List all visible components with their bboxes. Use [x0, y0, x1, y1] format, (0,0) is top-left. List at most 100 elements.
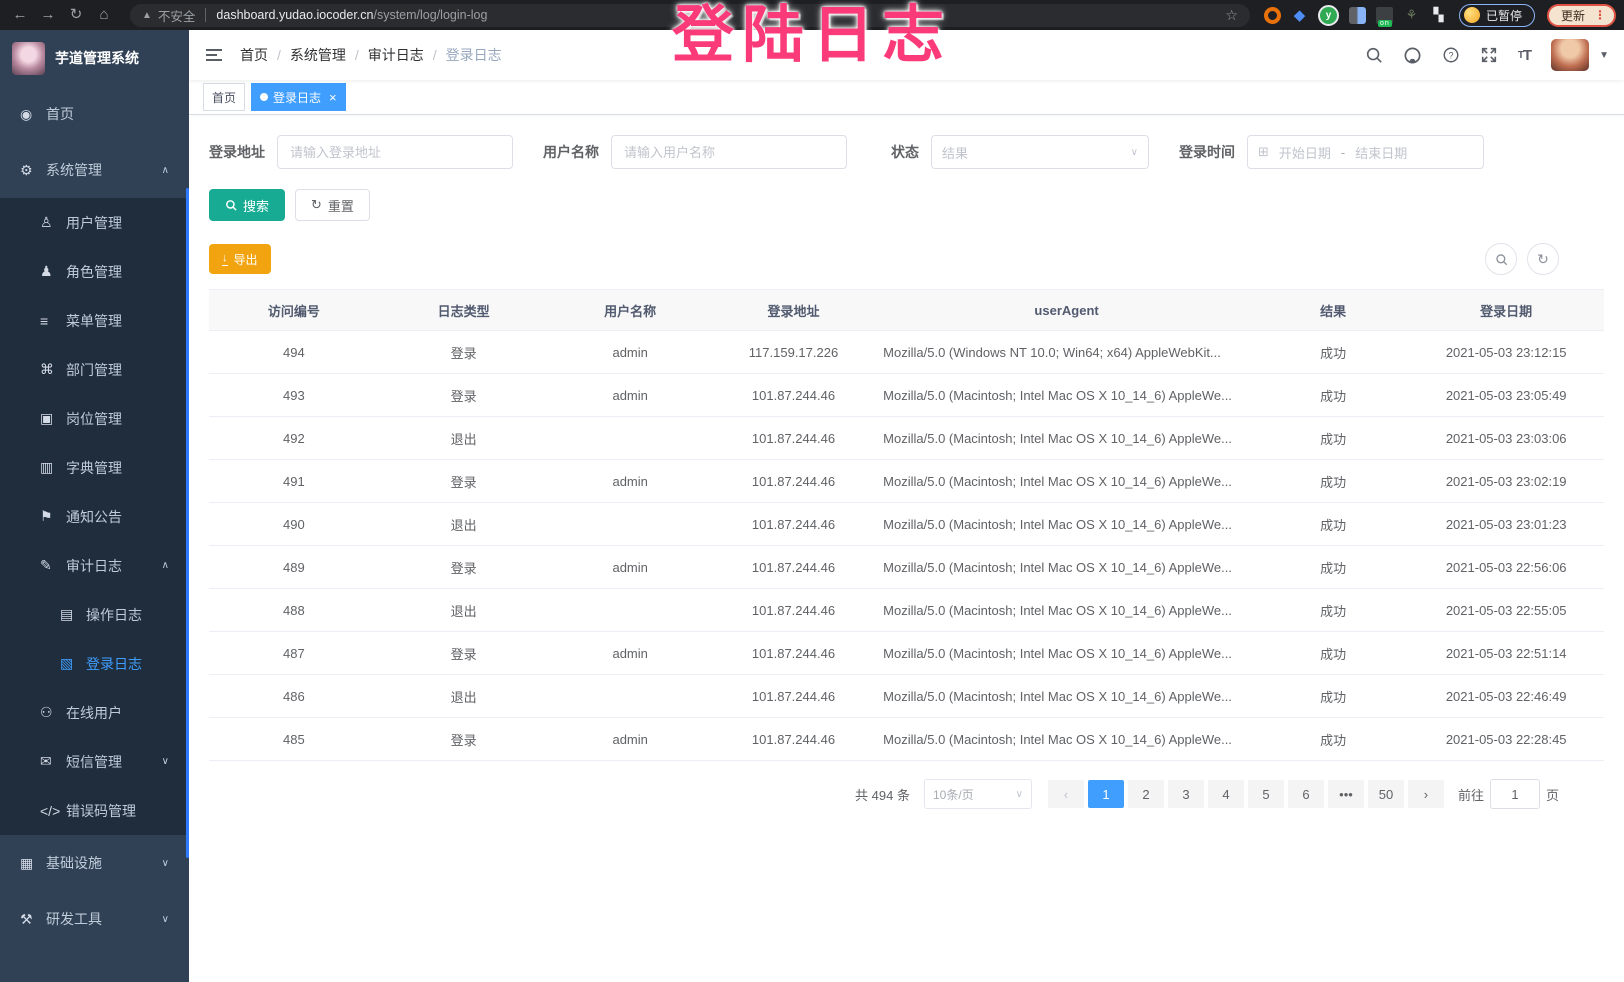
notice-icon: ⚑: [40, 508, 66, 525]
cell-user-agent: Mozilla/5.0 (Macintosh; Intel Mac OS X 1…: [875, 460, 1258, 503]
sidebar-item-system-management[interactable]: ⚙系统管理∧: [0, 142, 189, 198]
browser-forward-icon[interactable]: →: [36, 3, 60, 27]
jump-page-input[interactable]: [1490, 779, 1540, 809]
sidebar-item-menu-management[interactable]: ≡菜单管理: [0, 296, 189, 345]
sidebar-item-label: 系统管理: [46, 160, 102, 180]
page-button-5[interactable]: 5: [1248, 780, 1284, 808]
infra-icon: ▦: [20, 855, 46, 872]
browser-reload-icon[interactable]: ↻: [64, 3, 88, 27]
app-logo[interactable]: 芋道管理系统: [0, 30, 189, 86]
sidebar-item-error-code-management[interactable]: </>错误码管理: [0, 786, 189, 835]
page-size-label: 10条/页: [933, 786, 974, 803]
table-settings: ↻: [1485, 243, 1559, 275]
sidebar-item-role-management[interactable]: ♟角色管理: [0, 247, 189, 296]
extension-icon-orange-ring[interactable]: [1264, 7, 1281, 24]
sidebar-item-notice[interactable]: ⚑通知公告: [0, 492, 189, 541]
column-header: 结果: [1258, 290, 1408, 331]
tab-login-log[interactable]: 登录日志×: [251, 83, 346, 111]
help-icon[interactable]: ?: [1442, 46, 1460, 64]
cell-login-date: 2021-05-03 22:46:49: [1408, 675, 1604, 718]
divider: [205, 8, 206, 22]
paused-badge[interactable]: 已暂停: [1459, 4, 1535, 27]
refresh-table-button[interactable]: ↻: [1527, 243, 1559, 275]
sidebar-item-sms-management[interactable]: ✉短信管理∨: [0, 737, 189, 786]
sidebar-item-login-log[interactable]: ▧登录日志: [0, 639, 189, 688]
cell-user-agent: Mozilla/5.0 (Macintosh; Intel Mac OS X 1…: [875, 675, 1258, 718]
sidebar-item-dev-tools[interactable]: ⚒研发工具∨: [0, 891, 189, 947]
browser-update-button[interactable]: 更新 ⋮: [1547, 4, 1616, 27]
status-select[interactable]: 结果 ∨: [931, 135, 1149, 169]
extension-icon-list[interactable]: on: [1376, 7, 1393, 24]
prev-page-button[interactable]: ‹: [1048, 780, 1084, 808]
security-warning-icon: ▲: [142, 10, 152, 21]
cell-login-date: 2021-05-03 23:05:49: [1408, 374, 1604, 417]
sidebar-item-user-management[interactable]: ♙用户管理: [0, 198, 189, 247]
page-button-6[interactable]: 6: [1288, 780, 1324, 808]
search-icon[interactable]: [1365, 46, 1383, 64]
login-time-range-picker[interactable]: ⊞ 开始日期 - 结束日期: [1247, 135, 1484, 169]
sidebar-item-label: 岗位管理: [66, 409, 122, 429]
username-input[interactable]: [611, 135, 847, 169]
breadcrumb-item[interactable]: 系统管理: [290, 45, 346, 65]
jump-suffix-label: 页: [1546, 785, 1559, 804]
breadcrumb-item[interactable]: 审计日志: [368, 45, 424, 65]
extension-icon-blue-gem[interactable]: ◆: [1291, 7, 1308, 24]
more-pages-button[interactable]: •••: [1328, 780, 1364, 808]
chevron-up-icon: ∧: [162, 165, 169, 176]
fullscreen-icon[interactable]: [1480, 46, 1498, 64]
github-icon[interactable]: [1403, 46, 1422, 65]
tab-label: 首页: [212, 89, 236, 106]
login-address-input[interactable]: [277, 135, 513, 169]
security-warning-label: 不安全: [158, 6, 196, 25]
next-page-button[interactable]: ›: [1408, 780, 1444, 808]
sidebar-scrollbar-thumb[interactable]: [186, 188, 189, 858]
hamburger-icon[interactable]: [204, 45, 224, 65]
sidebar-item-dict-management[interactable]: ▥字典管理: [0, 443, 189, 492]
page-button-2[interactable]: 2: [1128, 780, 1164, 808]
address-bar[interactable]: ▲ 不安全 dashboard.yudao.iocoder.cn /system…: [130, 4, 1250, 27]
cell-username: admin: [549, 331, 712, 374]
export-button[interactable]: ↓ 导出: [209, 244, 271, 274]
sidebar-item-post-management[interactable]: ▣岗位管理: [0, 394, 189, 443]
sidebar-menu: ◉首页⚙系统管理∧♙用户管理♟角色管理≡菜单管理⌘部门管理▣岗位管理▥字典管理⚑…: [0, 86, 189, 947]
browser-menu-icon[interactable]: ⋮: [1594, 8, 1606, 22]
reset-button[interactable]: ↻ 重置: [295, 189, 370, 221]
sidebar-item-dept-management[interactable]: ⌘部门管理: [0, 345, 189, 394]
sidebar-item-online-user[interactable]: ⚇在线用户: [0, 688, 189, 737]
toggle-search-button[interactable]: [1485, 243, 1517, 275]
date-separator: -: [1341, 145, 1345, 160]
operate-log-icon: ▤: [60, 606, 86, 623]
sidebar-item-operate-log[interactable]: ▤操作日志: [0, 590, 189, 639]
page-button-50[interactable]: 50: [1368, 780, 1404, 808]
peoples-icon: ♟: [40, 263, 66, 280]
page-button-1[interactable]: 1: [1088, 780, 1124, 808]
sidebar-item-home[interactable]: ◉首页: [0, 86, 189, 142]
sidebar-item-audit-log[interactable]: ✎审计日志∧: [0, 541, 189, 590]
avatar[interactable]: [1551, 39, 1589, 71]
cell-username: admin: [549, 632, 712, 675]
browser-back-icon[interactable]: ←: [8, 3, 32, 27]
extension-icon-puzzle[interactable]: ▚: [1430, 7, 1447, 24]
cell-login-date: 2021-05-03 22:51:14: [1408, 632, 1604, 675]
sidebar-item-label: 字典管理: [66, 458, 122, 478]
chevron-down-icon[interactable]: ▼: [1599, 50, 1609, 61]
page-button-4[interactable]: 4: [1208, 780, 1244, 808]
extension-icon-green-dot[interactable]: y: [1318, 5, 1339, 26]
bookmark-star-icon[interactable]: ☆: [1225, 7, 1238, 24]
sidebar-item-infrastructure[interactable]: ▦基础设施∨: [0, 835, 189, 891]
close-icon[interactable]: ×: [329, 90, 337, 105]
sidebar-item-label: 基础设施: [46, 853, 102, 873]
page-button-3[interactable]: 3: [1168, 780, 1204, 808]
breadcrumb-item[interactable]: 首页: [240, 45, 268, 65]
cell-login-date: 2021-05-03 23:01:23: [1408, 503, 1604, 546]
top-navbar: 首页/系统管理/审计日志/登录日志 ? TT ▼: [189, 30, 1624, 80]
browser-home-icon[interactable]: ⌂: [92, 3, 116, 27]
font-size-icon[interactable]: TT: [1518, 47, 1531, 64]
tab-home[interactable]: 首页: [203, 83, 245, 111]
page-size-select[interactable]: 10条/页 ∨: [924, 779, 1032, 809]
extension-icon-grid[interactable]: [1349, 7, 1366, 24]
table-row: 494登录admin117.159.17.226Mozilla/5.0 (Win…: [209, 331, 1604, 374]
search-button[interactable]: 搜索: [209, 189, 285, 221]
pagination-total: 共 494 条: [855, 785, 910, 804]
extension-icon-leaf[interactable]: ⚘: [1403, 7, 1420, 24]
